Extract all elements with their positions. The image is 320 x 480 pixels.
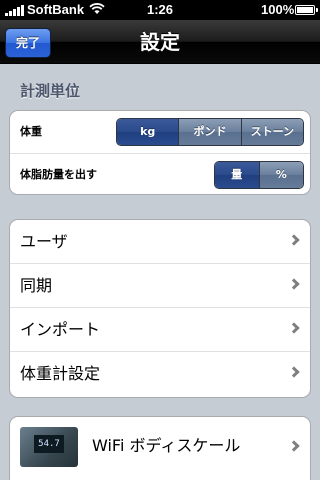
done-button[interactable]: 完了	[5, 28, 51, 58]
navigation-bar: 設定 完了	[0, 20, 320, 64]
measurement-units-group: 体重 kg ポンド ストーン 体脂肪量を出す 量 %	[9, 110, 311, 195]
weight-unit-label: 体重	[20, 125, 42, 138]
menu-item-sync[interactable]: 同期	[10, 264, 310, 308]
menu-item-label: インポート	[20, 320, 101, 339]
body-fat-segmented-control: 量 %	[214, 161, 304, 189]
measurement-units-header: 計測単位	[20, 82, 81, 100]
weight-unit-stone-segment[interactable]: ストーン	[240, 119, 303, 145]
chevron-right-icon	[288, 278, 300, 290]
menu-item-label: ユーザ	[20, 232, 68, 251]
device-row[interactable]: 54.7 WiFi ボディスケール	[9, 416, 311, 480]
chevron-right-icon	[288, 234, 300, 246]
weight-unit-segmented-control: kg ポンド ストーン	[116, 118, 304, 146]
status-bar: SoftBank 1:26 100%	[0, 0, 320, 20]
scale-thumbnail: 54.7	[20, 427, 78, 467]
chevron-right-icon	[288, 440, 300, 452]
body-fat-label: 体脂肪量を出す	[20, 168, 97, 181]
scale-display-value: 54.7	[34, 435, 64, 453]
menu-item-scale-settings[interactable]: 体重計設定	[10, 352, 310, 396]
menu-item-label: 同期	[20, 276, 53, 295]
weight-unit-pound-segment[interactable]: ポンド	[178, 119, 241, 145]
chevron-right-icon	[288, 366, 300, 378]
body-fat-row: 体脂肪量を出す 量 %	[10, 153, 310, 194]
menu-item-user[interactable]: ユーザ	[10, 220, 310, 264]
weight-unit-kg-segment[interactable]: kg	[117, 119, 179, 145]
device-label: WiFi ボディスケール	[92, 436, 241, 455]
settings-menu-group: ユーザ 同期 インポート 体重計設定	[9, 219, 311, 398]
body-fat-amount-segment[interactable]: 量	[215, 162, 259, 188]
chevron-right-icon	[288, 322, 300, 334]
battery-percentage: 100%	[261, 2, 295, 17]
menu-item-import[interactable]: インポート	[10, 308, 310, 352]
menu-item-label: 体重計設定	[20, 364, 101, 383]
battery-icon	[295, 5, 318, 15]
body-fat-percent-segment[interactable]: %	[258, 162, 303, 188]
weight-unit-row: 体重 kg ポンド ストーン	[10, 111, 310, 153]
